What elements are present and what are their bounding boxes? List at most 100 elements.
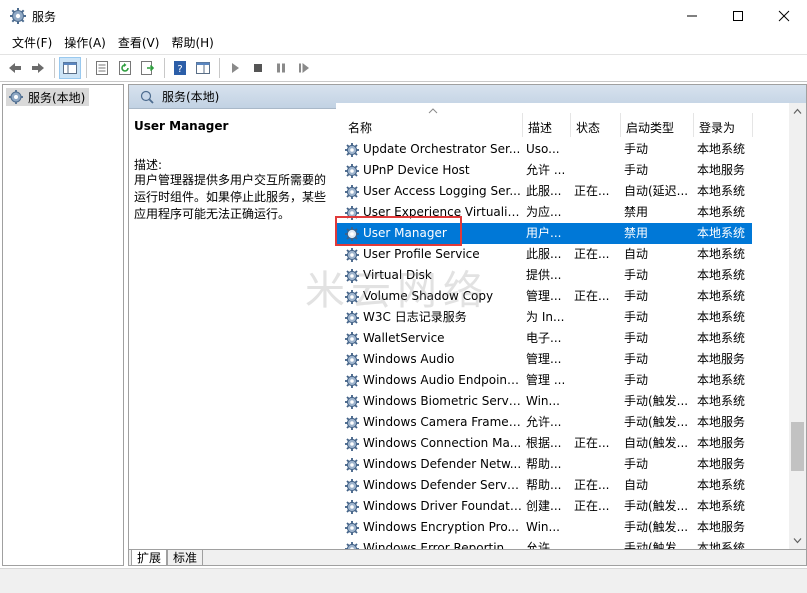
menu-action[interactable]: 操作(A)	[58, 33, 112, 53]
service-row[interactable]: Windows Camera Frame ... 允许... 手动(触发... 本地服…	[336, 412, 752, 433]
service-row[interactable]: Virtual Disk 提供... 手动 本地系统	[336, 265, 752, 286]
console-tree-button[interactable]	[59, 57, 81, 79]
service-row[interactable]: Windows Defender Netw... 帮助... 手动 本地服务	[336, 454, 752, 475]
scroll-down-icon[interactable]	[793, 536, 802, 545]
service-name-cell: Update Orchestrator Ser...	[344, 139, 522, 160]
service-row[interactable]: Windows Biometric Servi... Win... 手动(触发...…	[336, 391, 752, 412]
help-icon: ?	[174, 61, 186, 75]
service-name-cell: User Access Logging Ser...	[344, 181, 522, 202]
column-startup-type[interactable]: 启动类型	[626, 119, 674, 137]
restart-service-button[interactable]	[293, 57, 315, 79]
properties-button[interactable]	[91, 57, 113, 79]
service-row[interactable]: WalletService 电子... 手动 本地系统	[336, 328, 752, 349]
maximize-icon	[733, 11, 743, 21]
service-name: Windows Biometric Servi...	[363, 394, 522, 408]
service-name-cell: W3C 日志记录服务	[344, 307, 522, 328]
service-row[interactable]: User Access Logging Ser... 此服... 正在... 自动(延…	[336, 181, 752, 202]
scrollbar-thumb[interactable]	[791, 422, 804, 471]
service-status: 正在...	[574, 499, 610, 513]
scroll-up-icon[interactable]	[793, 107, 802, 116]
service-row[interactable]: Windows Encryption Pro... Win... 手动(触发... 本…	[336, 517, 752, 538]
toolbar-separator	[219, 58, 220, 78]
service-row[interactable]: Volume Shadow Copy 管理... 正在... 手动 本地系统	[336, 286, 752, 307]
service-gear-icon	[344, 163, 360, 179]
service-row[interactable]: Windows Defender Service 帮助... 正在... 自动 本地系统	[336, 475, 752, 496]
service-name: Volume Shadow Copy	[363, 289, 494, 303]
service-row[interactable]: Update Orchestrator Ser... Uso... 手动 本地系统	[336, 139, 752, 160]
column-status[interactable]: 状态	[576, 119, 600, 137]
forward-arrow-icon	[32, 63, 44, 73]
service-description: Win...	[526, 520, 560, 534]
menu-file[interactable]: 文件(F)	[6, 33, 58, 53]
service-status: 正在...	[574, 184, 610, 198]
column-name[interactable]: 名称	[348, 119, 372, 137]
service-description: 帮助...	[526, 478, 562, 492]
refresh-button[interactable]	[114, 57, 136, 79]
tab-standard[interactable]: 标准	[167, 550, 204, 565]
service-log-on-as: 本地服务	[697, 457, 746, 471]
back-button[interactable]	[4, 57, 26, 79]
service-status	[574, 370, 616, 391]
service-log-on-as: 本地服务	[697, 436, 746, 450]
close-button[interactable]	[761, 0, 807, 32]
service-gear-icon	[344, 457, 360, 473]
toolbar-separator	[54, 58, 55, 78]
service-gear-icon	[344, 499, 360, 515]
maximize-button[interactable]	[715, 0, 761, 32]
service-row[interactable]: Windows Audio Endpoint... 管理 ... 手动 本地系统	[336, 370, 752, 391]
column-headers: 名称 描述 状态 启动类型 登录为	[336, 103, 806, 137]
service-description: 根据...	[526, 436, 562, 450]
service-row[interactable]: W3C 日志记录服务 为 In... 手动 本地系统	[336, 307, 752, 328]
pause-service-button[interactable]	[270, 57, 292, 79]
service-gear-icon	[344, 310, 360, 326]
stop-service-button[interactable]	[247, 57, 269, 79]
start-service-button[interactable]	[224, 57, 246, 79]
menu-view[interactable]: 查看(V)	[112, 33, 166, 53]
service-status	[574, 517, 616, 538]
menu-bar: 文件(F) 操作(A) 查看(V) 帮助(H)	[0, 32, 807, 54]
service-name: Update Orchestrator Ser...	[363, 142, 521, 156]
help-button[interactable]: ?	[169, 57, 191, 79]
column-log-on-as[interactable]: 登录为	[699, 119, 735, 137]
service-status: 正在...	[574, 436, 610, 450]
services-list: 名称 描述 状态 启动类型 登录为 Update Orchestrator Se…	[336, 103, 806, 556]
service-log-on-as: 本地系统	[697, 226, 746, 240]
service-name-cell: Windows Defender Service	[344, 475, 522, 496]
service-startup-type: 手动	[624, 457, 649, 471]
service-description: 电子...	[526, 331, 562, 345]
service-row[interactable]: Windows Audio 管理... 手动 本地服务	[336, 349, 752, 370]
service-status: 正在...	[574, 289, 610, 303]
service-startup-type: 手动	[624, 310, 649, 324]
service-name-cell: Windows Audio	[344, 349, 522, 370]
column-description[interactable]: 描述	[528, 119, 552, 137]
service-startup-type: 手动(触发...	[624, 520, 689, 534]
forward-button[interactable]	[27, 57, 49, 79]
console-tree-icon	[63, 62, 77, 74]
vertical-scrollbar[interactable]	[789, 103, 806, 549]
export-list-button[interactable]	[137, 57, 159, 79]
service-row[interactable]: Windows Connection Ma... 根据... 正在... 自动(触发.…	[336, 433, 752, 454]
tree-item-services-local[interactable]: 服务(本地)	[6, 88, 90, 106]
show-hide-button[interactable]	[192, 57, 214, 79]
search-services-icon	[139, 89, 155, 105]
properties-icon	[96, 61, 108, 75]
service-description: 为 In...	[526, 310, 565, 324]
tab-extended[interactable]: 扩展	[131, 550, 168, 565]
service-description: Uso...	[526, 142, 560, 156]
minimize-button[interactable]	[669, 0, 715, 32]
service-startup-type: 禁用	[624, 226, 649, 240]
service-status	[574, 307, 616, 328]
console-tree: 服务(本地)	[2, 84, 124, 566]
service-name: UPnP Device Host	[363, 163, 470, 177]
menu-help[interactable]: 帮助(H)	[165, 33, 219, 53]
toolbar: ?	[0, 54, 807, 82]
service-row[interactable]: User Profile Service 此服... 正在... 自动 本地系统	[336, 244, 752, 265]
service-row[interactable]: Windows Driver Foundati... 创建... 正在... 手动(触…	[336, 496, 752, 517]
service-log-on-as: 本地系统	[697, 289, 746, 303]
pause-service-icon	[277, 63, 285, 73]
service-name-cell: UPnP Device Host	[344, 160, 522, 181]
service-description: 管理 ...	[526, 373, 566, 387]
service-row[interactable]: UPnP Device Host 允许 ... 手动 本地服务	[336, 160, 752, 181]
service-log-on-as: 本地服务	[697, 415, 746, 429]
service-name-cell: WalletService	[344, 328, 522, 349]
